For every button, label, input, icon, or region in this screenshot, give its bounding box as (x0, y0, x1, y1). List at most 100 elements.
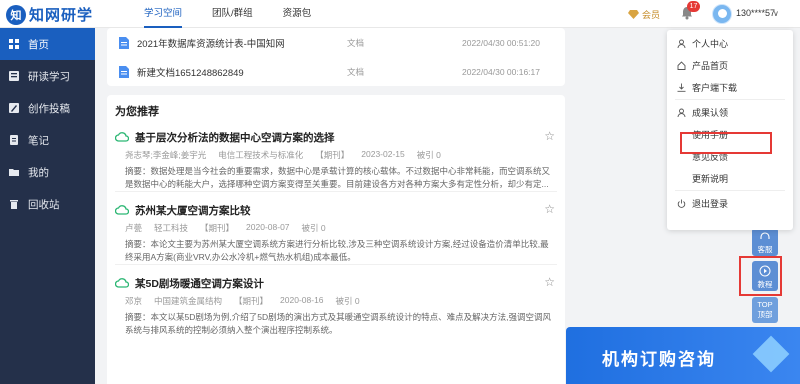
back-to-top-cn: 顶部 (757, 310, 773, 319)
back-to-top-en: TOP (757, 300, 773, 309)
file-date: 2022/04/30 00:51:20 (462, 37, 540, 48)
article-date: 2023-02-15 (361, 149, 405, 159)
article-abstract: 摘要：本论文主要为苏州某大厦空调系统方案进行分析比较,涉及三种空调系统设计方案,… (125, 239, 549, 262)
file-name[interactable]: 新建文档1651248862849 (137, 65, 347, 79)
file-type: 文档 (347, 37, 365, 48)
tab-study-space[interactable]: 学习空间 (144, 0, 183, 28)
sidebar-item-notes[interactable]: 笔记 (0, 124, 95, 156)
menu-divider (675, 190, 785, 191)
member-link[interactable]: 会员 (628, 8, 660, 21)
menu-item-label: 个人中心 (692, 38, 729, 49)
sidebar-item-label: 创作投稿 (28, 102, 70, 115)
article-source[interactable]: 中国建筑金属结构 (154, 295, 222, 307)
article-date: 2020-08-16 (280, 295, 324, 305)
menu-item-label: 产品首页 (692, 60, 729, 71)
tab-team-group[interactable]: 团队/群组 (212, 0, 253, 28)
article-title[interactable]: 基于层次分析法的数据中心空调方案的选择 (135, 130, 335, 145)
user-dropdown-menu: 个人中心 产品首页 客户端下载 成果认领 使用手册 意见反馈 更新说明 退出登录 (667, 30, 793, 230)
article-source[interactable]: 轻工科技 (154, 222, 188, 234)
subscription-banner[interactable]: 机构订购咨询 (566, 327, 800, 384)
recommend-title: 为您推荐 (115, 106, 159, 118)
headset-icon (760, 232, 770, 239)
star-icon[interactable]: ☆ (544, 275, 555, 289)
article-kind: 【期刊】 (234, 296, 269, 306)
cloud-icon (115, 278, 129, 288)
article-title[interactable]: 某5D剧场暖通空调方案设计 (135, 276, 264, 291)
username[interactable]: 130****57 (736, 8, 775, 18)
star-icon[interactable]: ☆ (544, 202, 555, 216)
sidebar-item-recycle[interactable]: 回收站 (0, 188, 95, 220)
home-icon (9, 39, 19, 49)
highlight-box-user-manual (680, 132, 772, 154)
sidebar-item-study[interactable]: 研读学习 (0, 60, 95, 92)
menu-item-logout[interactable]: 退出登录 (667, 192, 793, 214)
menu-item-label: 更新说明 (692, 173, 729, 184)
cloud-icon (115, 205, 129, 215)
note-icon (10, 135, 18, 145)
article-source[interactable]: 电信工程技术与标准化 (218, 149, 303, 161)
article-abstract: 摘要：本文以某5D剧场为例,介绍了5D剧场的演出方式及其暖通空调系统设计的特点、… (125, 312, 551, 335)
cube-icon (752, 335, 790, 373)
customer-service-button[interactable]: 客服 (752, 228, 778, 256)
article-kind: 【期刊】 (315, 150, 350, 160)
article-title[interactable]: 苏州某大厦空调方案比较 (135, 203, 251, 218)
tab-resource-pack[interactable]: 资源包 (283, 0, 312, 28)
avatar[interactable] (712, 4, 732, 24)
article-cited: 被引 0 (335, 296, 360, 306)
file-row[interactable]: 2021年数据库资源统计表-中国知网 文档 2022/04/30 00:51:2… (119, 28, 553, 57)
banner-text: 机构订购咨询 (602, 350, 716, 369)
sidebar: 首页 研读学习 创作投稿 笔记 我的 回收站 (0, 28, 95, 384)
home-icon (677, 60, 686, 70)
article-authors[interactable]: 卢甍 (125, 222, 142, 234)
recommend-card: 为您推荐 基于层次分析法的数据中心空调方案的选择 ☆ 尧志琴;李金峰;姜宇光 电… (107, 95, 565, 384)
sidebar-item-label: 笔记 (28, 134, 49, 147)
sidebar-item-label: 首页 (28, 38, 49, 51)
menu-item-personal-center[interactable]: 个人中心 (667, 32, 793, 54)
user-check-icon (677, 108, 686, 117)
star-icon[interactable]: ☆ (544, 129, 555, 143)
sidebar-item-mine[interactable]: 我的 (0, 156, 95, 188)
logo-mark: 知 (6, 4, 26, 25)
menu-item-label: 退出登录 (692, 198, 729, 209)
sidebar-item-label: 回收站 (28, 198, 60, 211)
trash-icon (10, 200, 18, 209)
sidebar-item-label: 研读学习 (28, 70, 70, 83)
file-date: 2022/04/30 00:16:17 (462, 66, 540, 77)
power-icon (677, 199, 686, 208)
user-icon (677, 39, 686, 48)
menu-item-product-home[interactable]: 产品首页 (667, 54, 793, 76)
menu-item-claim-results[interactable]: 成果认领 (667, 101, 793, 123)
sidebar-item-label: 我的 (28, 166, 49, 179)
article-authors[interactable]: 尧志琴;李金峰;姜宇光 (125, 149, 206, 161)
article-abstract: 摘要：数据处理是当今社会的重要需求，数据中心是承载计算的核心载体。不过数据中心非… (125, 166, 551, 189)
file-type: 文档 (347, 66, 365, 77)
top-nav: 学习空间 团队/群组 资源包 (144, 0, 341, 28)
document-icon (119, 36, 129, 49)
menu-item-label: 客户端下载 (692, 82, 738, 93)
download-icon (677, 83, 686, 92)
document-icon (119, 65, 129, 78)
menu-divider (675, 99, 785, 100)
article-cited: 被引 0 (416, 150, 441, 160)
main-content: 2021年数据库资源统计表-中国知网 文档 2022/04/30 00:51:2… (107, 28, 565, 384)
article-kind: 【期刊】 (200, 223, 235, 233)
notification-badge: 17 (687, 1, 700, 12)
article-date: 2020-08-07 (246, 222, 290, 232)
file-row[interactable]: 新建文档1651248862849 文档 2022/04/30 00:16:17 (119, 57, 553, 86)
article-cited: 被引 0 (301, 223, 326, 233)
file-name[interactable]: 2021年数据库资源统计表-中国知网 (137, 36, 347, 50)
back-to-top-button[interactable]: TOP 顶部 (752, 297, 778, 323)
menu-item-client-download[interactable]: 客户端下载 (667, 76, 793, 98)
sidebar-item-home[interactable]: 首页 (0, 28, 95, 60)
highlight-box-tutorial (739, 256, 782, 296)
list-item: 基于层次分析法的数据中心空调方案的选择 ☆ 尧志琴;李金峰;姜宇光 电信工程技术… (115, 129, 557, 192)
list-item: 苏州某大厦空调方案比较 ☆ 卢甍 轻工科技 【期刊】 2020-08-07 被引… (115, 202, 557, 265)
menu-item-changelog[interactable]: 更新说明 (667, 167, 793, 189)
article-authors[interactable]: 邓京 (125, 295, 142, 307)
chevron-down-icon[interactable]: ∨ (773, 9, 779, 18)
sidebar-item-create[interactable]: 创作投稿 (0, 92, 95, 124)
folder-icon (9, 169, 19, 176)
logo[interactable]: 知 知网研学 (6, 4, 93, 25)
list-item: 某5D剧场暖通空调方案设计 ☆ 邓京 中国建筑金属结构 【期刊】 2020-08… (115, 275, 557, 337)
logo-text: 知网研学 (29, 7, 94, 24)
